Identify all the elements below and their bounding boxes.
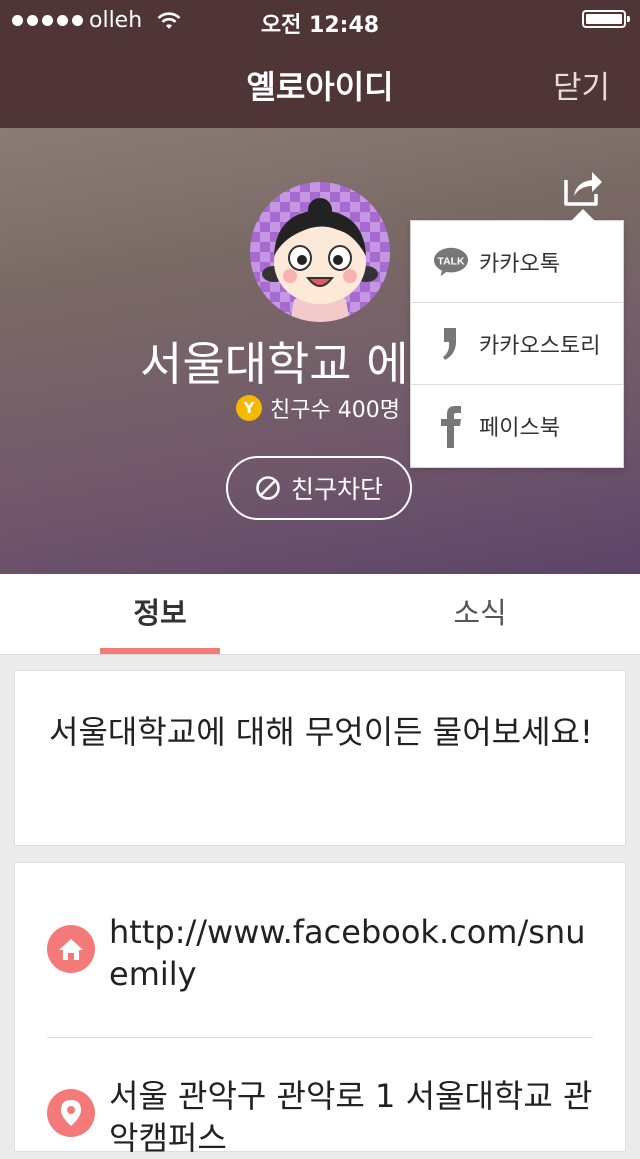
block-friend-button[interactable]: 친구차단 xyxy=(226,456,412,520)
tab-info[interactable]: 정보 xyxy=(0,574,320,654)
friend-count-label: 친구수 400명 xyxy=(270,398,400,423)
share-facebook[interactable]: 페이스북 xyxy=(411,385,623,467)
svg-text:TALK: TALK xyxy=(438,256,465,267)
address-text: 서울 관악구 관악로 1 서울대학교 관악캠퍼스 xyxy=(109,1077,593,1157)
status-bar: olleh 오전 12:48 xyxy=(0,0,640,40)
share-kakaotalk[interactable]: TALK 카카오톡 xyxy=(411,221,623,303)
top-bar: olleh 오전 12:48 옐로아이디 닫기 xyxy=(0,0,640,128)
tab-news[interactable]: 소식 xyxy=(320,574,640,654)
description-text: 서울대학교에 대해 무엇이든 물어보세요! xyxy=(49,713,593,751)
share-facebook-label: 페이스북 xyxy=(479,416,560,441)
prohibited-icon xyxy=(256,476,280,500)
kakaostory-icon xyxy=(433,326,469,362)
share-kakaostory[interactable]: 카카오스토리 xyxy=(411,303,623,385)
homepage-link[interactable]: http://www.facebook.com/snuemily xyxy=(109,911,595,995)
homepage-row[interactable]: http://www.facebook.com/snuemily xyxy=(47,911,595,995)
block-friend-label: 친구차단 xyxy=(290,475,383,504)
info-card: http://www.facebook.com/snuemily 서울 관악구 … xyxy=(14,862,626,1157)
home-icon xyxy=(47,925,95,973)
divider xyxy=(47,1037,593,1038)
profile-name: 서울대학교 에 xyxy=(140,337,409,391)
location-pin-icon xyxy=(47,1089,95,1137)
page-title: 옐로아이디 xyxy=(246,68,394,106)
facebook-icon xyxy=(433,406,469,448)
battery-icon xyxy=(582,10,630,28)
share-menu: TALK 카카오톡 카카오스토리 페이스북 xyxy=(410,209,624,468)
status-time: 오전 12:48 xyxy=(260,13,380,38)
share-kakaotalk-label: 카카오톡 xyxy=(479,251,560,277)
share-icon[interactable] xyxy=(562,168,604,208)
yellow-id-icon: Y xyxy=(236,395,262,421)
friend-count: Y 친구수 400명 xyxy=(236,392,400,424)
description-card: 서울대학교에 대해 무엇이든 물어보세요! xyxy=(14,670,626,846)
close-button[interactable]: 닫기 xyxy=(553,62,610,107)
avatar xyxy=(250,182,390,322)
address-row[interactable]: 서울 관악구 관악로 1 서울대학교 관악캠퍼스 xyxy=(47,1075,595,1159)
tab-bar: 정보 소식 xyxy=(0,574,640,655)
share-kakaostory-label: 카카오스토리 xyxy=(479,333,601,359)
kakaotalk-icon: TALK xyxy=(433,244,469,280)
